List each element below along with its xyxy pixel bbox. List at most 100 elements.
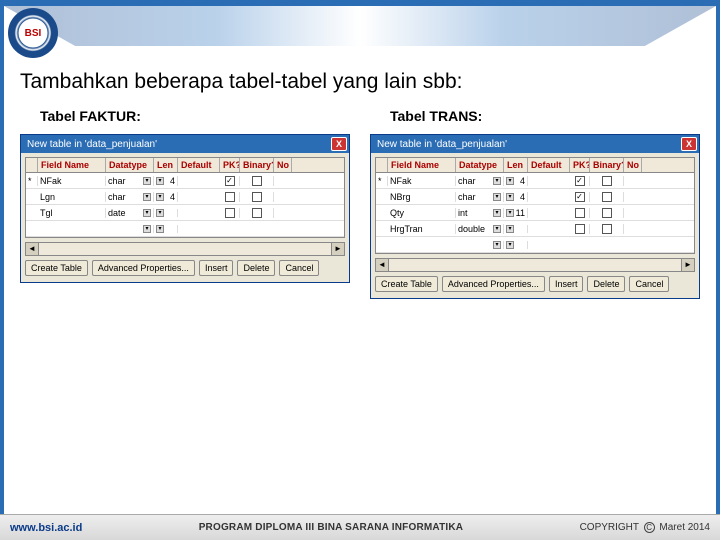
close-icon[interactable]: X [331, 137, 347, 151]
dropdown-icon[interactable]: ▾ [493, 209, 501, 217]
checkbox[interactable]: ✓ [225, 176, 235, 186]
datatype-cell[interactable]: date▾ [106, 208, 154, 218]
len-cell[interactable]: ▾11 [504, 208, 528, 218]
dropdown-icon[interactable]: ▾ [156, 177, 164, 185]
scroll-track[interactable] [39, 242, 331, 256]
len-cell[interactable]: ▾ [504, 241, 528, 249]
len-cell[interactable]: ▾4 [154, 192, 178, 202]
dropdown-icon[interactable]: ▾ [143, 193, 151, 201]
datatype-cell[interactable]: ▾ [106, 225, 154, 233]
table-row[interactable]: *NFakchar▾▾4✓ [376, 173, 694, 189]
table-row[interactable]: ▾▾ [26, 221, 344, 237]
dropdown-icon[interactable]: ▾ [156, 209, 164, 217]
table-row[interactable]: *NFakchar▾▾4✓ [26, 173, 344, 189]
binary-cell[interactable] [590, 176, 624, 186]
dropdown-icon[interactable]: ▾ [493, 225, 501, 233]
binary-cell[interactable] [590, 192, 624, 202]
pk-cell[interactable]: ✓ [570, 192, 590, 202]
dropdown-icon[interactable]: ▾ [493, 193, 501, 201]
insert-button[interactable]: Insert [199, 260, 234, 276]
datatype-cell[interactable]: char▾ [106, 192, 154, 202]
field-name-cell[interactable]: Qty [388, 208, 456, 218]
len-cell[interactable]: ▾ [154, 209, 178, 217]
checkbox[interactable] [575, 208, 585, 218]
dropdown-icon[interactable]: ▾ [156, 193, 164, 201]
field-name-cell[interactable]: NFak [38, 176, 106, 186]
datatype-cell[interactable]: char▾ [456, 192, 504, 202]
checkbox[interactable] [602, 208, 612, 218]
table-row[interactable]: HrgTrandouble▾▾ [376, 221, 694, 237]
checkbox[interactable]: ✓ [575, 176, 585, 186]
checkbox[interactable]: ✓ [575, 192, 585, 202]
len-cell[interactable]: ▾4 [154, 176, 178, 186]
dropdown-icon[interactable]: ▾ [506, 193, 514, 201]
checkbox[interactable] [225, 192, 235, 202]
len-cell[interactable]: ▾ [154, 225, 178, 233]
datatype-cell[interactable]: char▾ [106, 176, 154, 186]
field-name-cell[interactable]: Tgl [38, 208, 106, 218]
scroll-left-icon[interactable]: ◄ [25, 242, 39, 256]
checkbox[interactable] [252, 192, 262, 202]
faktur-titlebar[interactable]: New table in 'data_penjualan' X [21, 135, 349, 153]
len-cell[interactable]: ▾4 [504, 176, 528, 186]
checkbox[interactable] [602, 224, 612, 234]
advanced-properties-button[interactable]: Advanced Properties... [442, 276, 545, 292]
binary-cell[interactable] [590, 224, 624, 234]
create-table-button[interactable]: Create Table [25, 260, 88, 276]
dropdown-icon[interactable]: ▾ [143, 225, 151, 233]
pk-cell[interactable] [570, 208, 590, 218]
create-table-button[interactable]: Create Table [375, 276, 438, 292]
checkbox[interactable] [602, 176, 612, 186]
binary-cell[interactable] [240, 208, 274, 218]
advanced-properties-button[interactable]: Advanced Properties... [92, 260, 195, 276]
scroll-right-icon[interactable]: ► [681, 258, 695, 272]
table-row[interactable]: Qtyint▾▾11 [376, 205, 694, 221]
field-name-cell[interactable]: NBrg [388, 192, 456, 202]
scroll-left-icon[interactable]: ◄ [375, 258, 389, 272]
binary-cell[interactable] [240, 192, 274, 202]
insert-button[interactable]: Insert [549, 276, 584, 292]
close-icon[interactable]: X [681, 137, 697, 151]
datatype-cell[interactable]: int▾ [456, 208, 504, 218]
cancel-button[interactable]: Cancel [279, 260, 319, 276]
dropdown-icon[interactable]: ▾ [506, 177, 514, 185]
dropdown-icon[interactable]: ▾ [506, 209, 514, 217]
field-name-cell[interactable]: NFak [388, 176, 456, 186]
checkbox[interactable] [225, 208, 235, 218]
scroll-track[interactable] [389, 258, 681, 272]
dropdown-icon[interactable]: ▾ [493, 177, 501, 185]
table-row[interactable]: Tgldate▾▾ [26, 205, 344, 221]
pk-cell[interactable] [570, 224, 590, 234]
dropdown-icon[interactable]: ▾ [506, 225, 514, 233]
checkbox[interactable] [602, 192, 612, 202]
cancel-button[interactable]: Cancel [629, 276, 669, 292]
table-row[interactable]: NBrgchar▾▾4 ✓ [376, 189, 694, 205]
delete-button[interactable]: Delete [587, 276, 625, 292]
dropdown-icon[interactable]: ▾ [493, 241, 501, 249]
pk-cell[interactable]: ✓ [220, 176, 240, 186]
field-name-cell[interactable]: Lgn [38, 192, 106, 202]
table-row[interactable]: Lgnchar▾▾4 [26, 189, 344, 205]
datatype-cell[interactable]: double▾ [456, 224, 504, 234]
pk-cell[interactable] [220, 192, 240, 202]
dropdown-icon[interactable]: ▾ [156, 225, 164, 233]
len-cell[interactable]: ▾ [504, 225, 528, 233]
dropdown-icon[interactable]: ▾ [506, 241, 514, 249]
field-name-cell[interactable]: HrgTran [388, 224, 456, 234]
checkbox[interactable] [575, 224, 585, 234]
datatype-cell[interactable]: char▾ [456, 176, 504, 186]
pk-cell[interactable] [220, 208, 240, 218]
trans-titlebar[interactable]: New table in 'data_penjualan' X [371, 135, 699, 153]
checkbox[interactable] [252, 208, 262, 218]
checkbox[interactable] [252, 176, 262, 186]
h-scrollbar[interactable]: ◄ ► [25, 242, 345, 256]
dropdown-icon[interactable]: ▾ [143, 177, 151, 185]
binary-cell[interactable] [590, 208, 624, 218]
table-row[interactable]: ▾▾ [376, 237, 694, 253]
dropdown-icon[interactable]: ▾ [143, 209, 151, 217]
h-scrollbar[interactable]: ◄ ► [375, 258, 695, 272]
delete-button[interactable]: Delete [237, 260, 275, 276]
datatype-cell[interactable]: ▾ [456, 241, 504, 249]
pk-cell[interactable]: ✓ [570, 176, 590, 186]
len-cell[interactable]: ▾4 [504, 192, 528, 202]
